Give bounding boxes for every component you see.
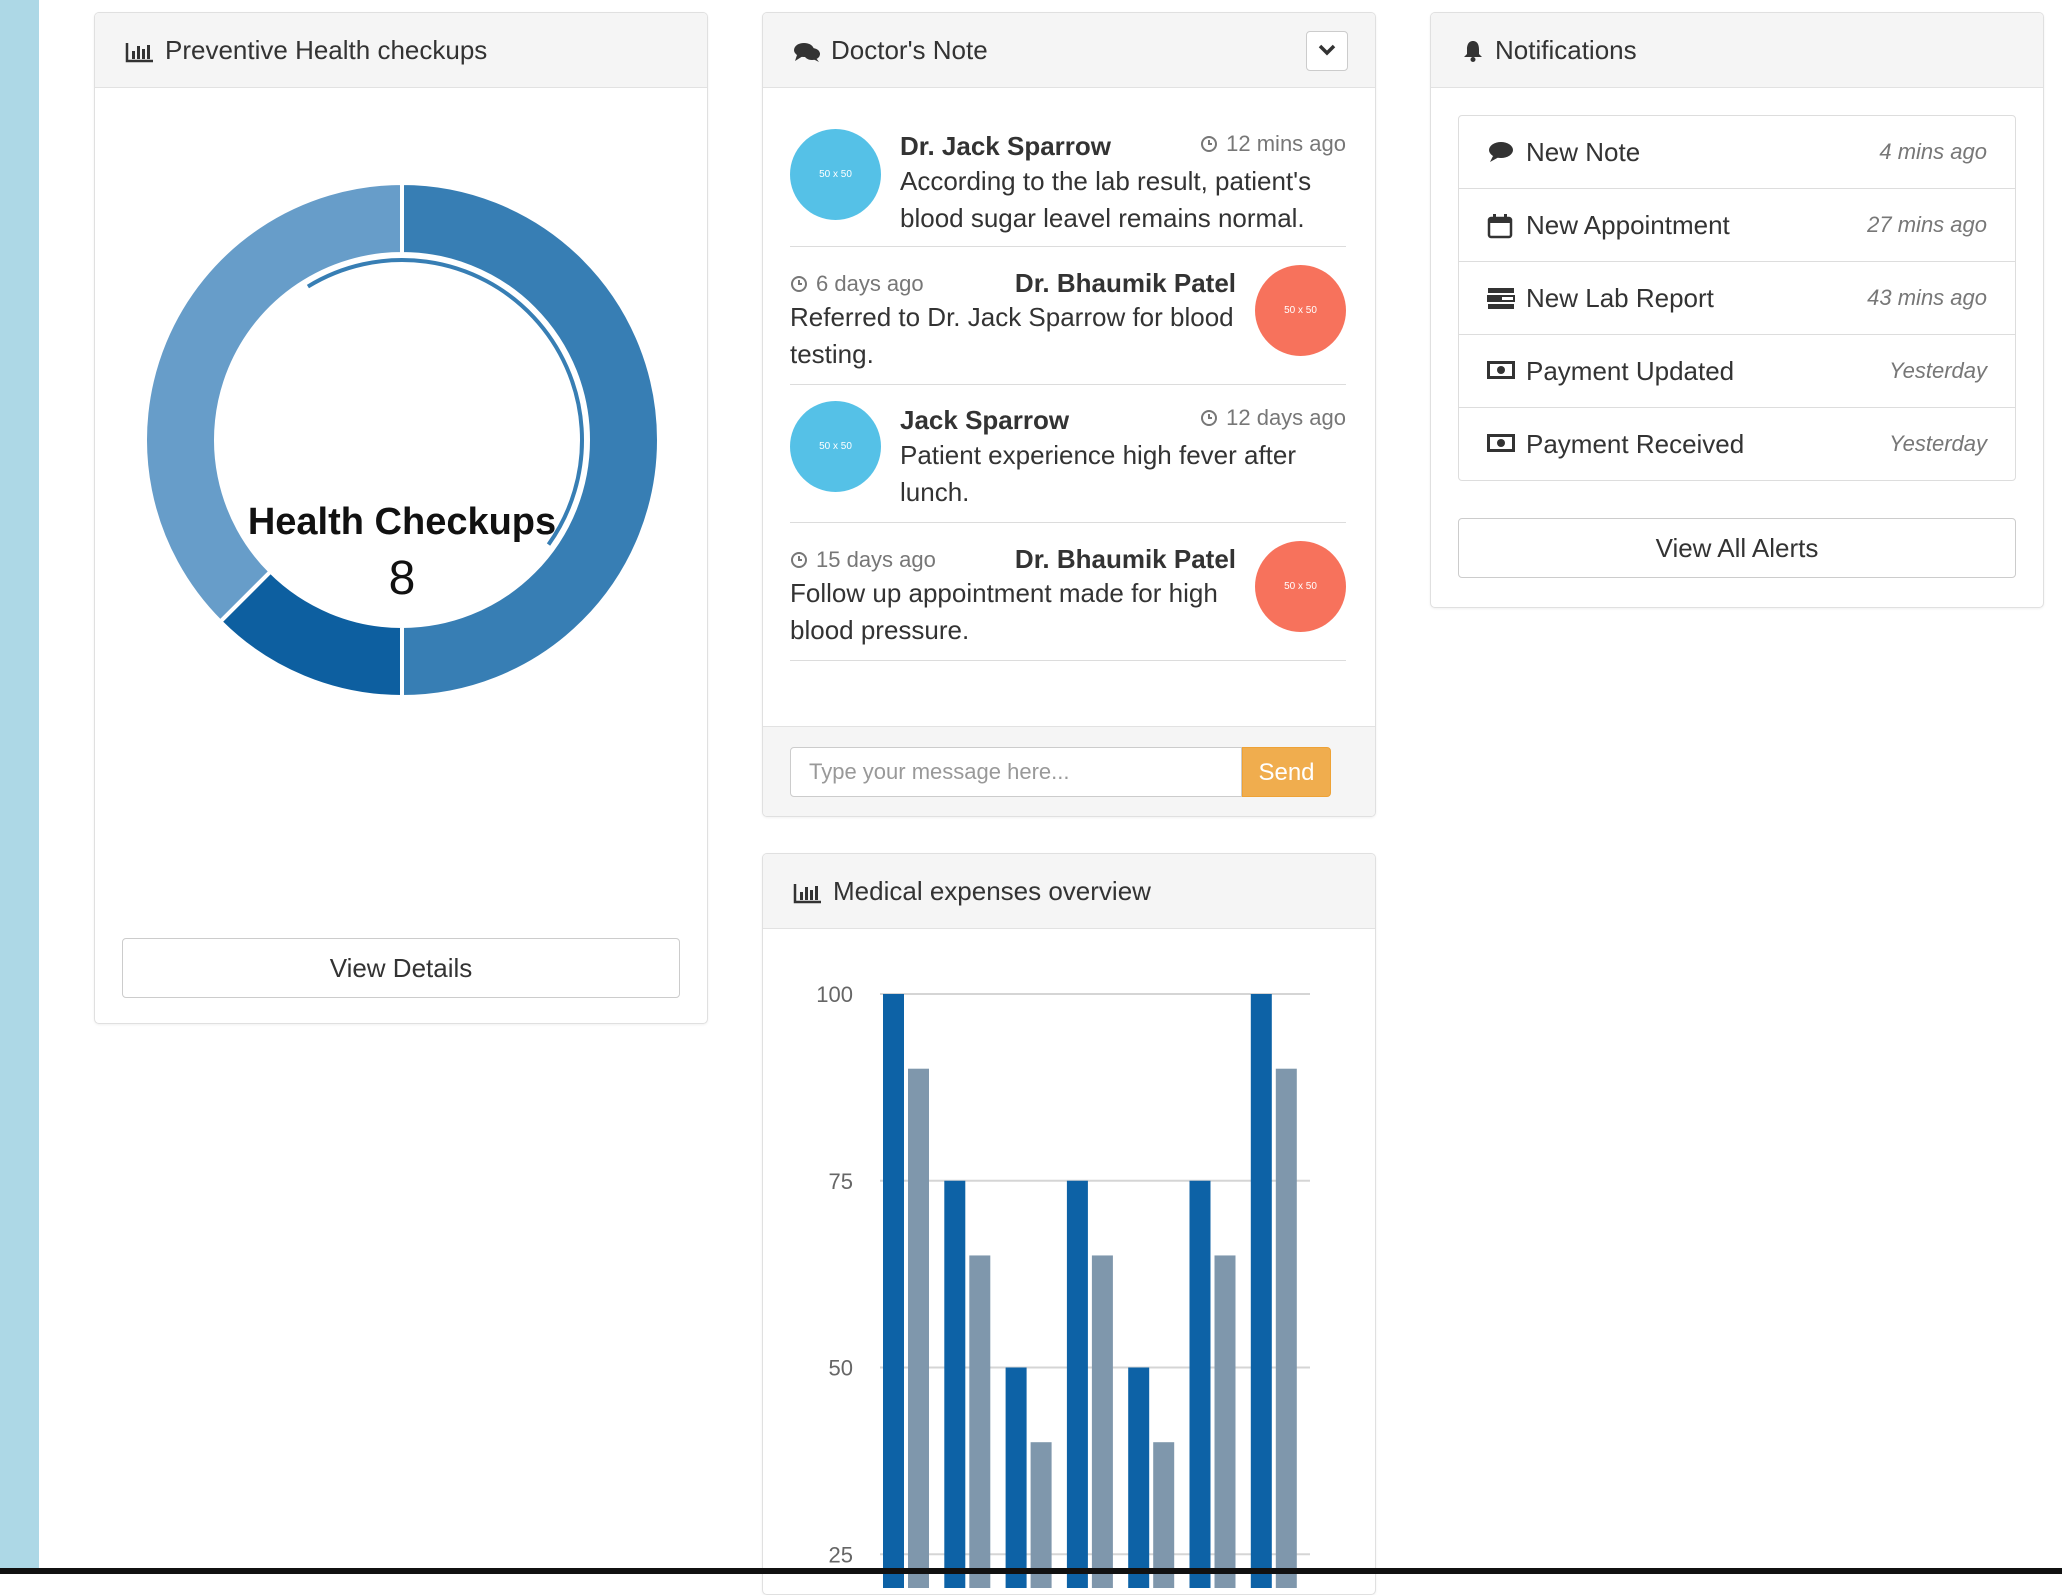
chat-time: 12 days ago: [1200, 405, 1346, 431]
notification-item[interactable]: New Note 4 mins ago: [1459, 116, 2015, 189]
y-tick-label: 100: [816, 982, 853, 1007]
y-tick-label: 75: [829, 1169, 853, 1194]
panel-title: Medical expenses overview: [833, 876, 1151, 906]
health-checkups-donut: Health Checkups 8: [143, 180, 661, 700]
donut-value: 8: [388, 552, 416, 605]
notification-label: New Note: [1526, 137, 1641, 167]
bottom-bar: [0, 1568, 2062, 1574]
bar-chart-icon: [793, 884, 821, 904]
donut-title: Health Checkups: [247, 501, 557, 543]
notification-label: New Lab Report: [1526, 283, 1714, 313]
chat-text: Patient experience high fever after lunc…: [900, 440, 1297, 507]
bar: [1066, 1180, 1088, 1588]
calendar-icon: [1487, 214, 1513, 239]
notification-item[interactable]: New Lab Report 43 mins ago: [1459, 262, 2015, 335]
notification-list: New Note 4 mins ago New Appointment 27 m…: [1458, 115, 2016, 481]
bar: [1153, 1442, 1175, 1588]
chat-author: Jack Sparrow: [900, 405, 1070, 435]
bar: [944, 1180, 966, 1588]
tasks-icon: [1487, 288, 1515, 309]
clock-icon: [1201, 136, 1218, 152]
bar: [1250, 994, 1272, 1588]
expenses-bar-chart: 25 50 75 100: [816, 982, 1310, 1588]
chat-text: Referred to Dr. Jack Sparrow for blood t…: [790, 302, 1234, 369]
y-tick-label: 50: [829, 1356, 853, 1381]
notification-time: 4 mins ago: [1879, 139, 1987, 164]
notification-time: Yesterday: [1889, 358, 1987, 383]
bar: [1189, 1180, 1211, 1588]
bar: [1091, 1255, 1113, 1588]
chat-text: According to the lab result, patient's b…: [900, 166, 1312, 233]
comments-icon: [794, 43, 820, 62]
bar: [1214, 1255, 1236, 1588]
bar: [1275, 1068, 1297, 1588]
sidebar-strip: [0, 0, 39, 1574]
panel-heading: Preventive Health checkups: [95, 13, 707, 88]
chat-message: 50 x 50 Dr. Jack Sparrow 12 mins ago Acc…: [790, 115, 1346, 247]
notification-item[interactable]: New Appointment 27 mins ago: [1459, 189, 2015, 262]
panel-title: Preventive Health checkups: [165, 35, 488, 65]
money-icon: [1487, 434, 1515, 452]
chat-author: Dr. Jack Sparrow: [900, 131, 1111, 161]
send-button[interactable]: Send: [1242, 747, 1331, 797]
chat-message: 50 x 50 6 days ago Dr. Bhaumik Patel Ref…: [790, 247, 1346, 385]
chat-time: 15 days ago: [790, 547, 936, 573]
notification-item[interactable]: Payment Updated Yesterday: [1459, 335, 2015, 408]
bar-chart-icon: [125, 43, 153, 63]
money-icon: [1487, 361, 1515, 379]
chat-time: 6 days ago: [790, 271, 924, 297]
view-all-alerts-button[interactable]: View All Alerts: [1458, 518, 2016, 578]
bar: [969, 1255, 991, 1588]
panel-heading: Medical expenses overview: [763, 854, 1375, 929]
chat-message: 50 x 50 15 days ago Dr. Bhaumik Patel Fo…: [790, 523, 1346, 661]
bar: [1030, 1442, 1052, 1588]
panel-heading: Doctor's Note: [763, 13, 1375, 88]
comment-icon: [1489, 142, 1513, 162]
chevron-down-icon: [1318, 44, 1336, 56]
panel-heading: Notifications: [1431, 13, 2043, 88]
notification-time: 43 mins ago: [1867, 285, 1987, 310]
chat-time: 12 mins ago: [1200, 131, 1346, 157]
avatar: 50 x 50: [1255, 541, 1346, 632]
panel-title: Doctor's Note: [831, 35, 988, 65]
bar: [1128, 1367, 1150, 1588]
notification-item[interactable]: Payment Received Yesterday: [1459, 408, 2015, 480]
chat-text: Follow up appointment made for high bloo…: [790, 578, 1218, 645]
medical-expenses-panel: Medical expenses overview 25 50 75 100: [762, 853, 1376, 1595]
avatar: 50 x 50: [790, 129, 881, 220]
donut-slice: [400, 180, 661, 700]
notification-label: New Appointment: [1526, 210, 1730, 240]
panel-title: Notifications: [1495, 35, 1637, 65]
avatar: 50 x 50: [790, 401, 881, 492]
avatar: 50 x 50: [1255, 265, 1346, 356]
notification-label: Payment Received: [1526, 429, 1745, 459]
message-input[interactable]: [790, 747, 1242, 797]
collapse-button[interactable]: [1306, 31, 1348, 71]
chat-footer: Send: [763, 726, 1375, 816]
doctors-note-panel: Doctor's Note 50 x 50 Dr. Jack Sparrow 1…: [762, 12, 1376, 817]
notifications-panel: Notifications New Note 4 mins ago New Ap…: [1430, 12, 2044, 608]
notification-label: Payment Updated: [1526, 356, 1735, 386]
clock-icon: [791, 276, 807, 292]
preventive-health-panel: Preventive Health checkups Health Checku…: [94, 12, 708, 1024]
notification-time: Yesterday: [1889, 431, 1987, 456]
notification-time: 27 mins ago: [1867, 212, 1987, 237]
clock-icon: [1201, 410, 1218, 426]
bell-icon: [1464, 41, 1482, 62]
clock-icon: [791, 552, 807, 568]
view-details-button[interactable]: View Details: [122, 938, 680, 998]
bar: [908, 1068, 929, 1588]
chat-message: 50 x 50 Jack Sparrow 12 days ago Patient…: [790, 385, 1346, 523]
bar: [883, 994, 904, 1588]
chat-author: Dr. Bhaumik Patel: [1014, 268, 1236, 298]
chat-author: Dr. Bhaumik Patel: [1014, 544, 1236, 574]
y-tick-label: 25: [829, 1542, 853, 1567]
bar: [1005, 1367, 1027, 1588]
